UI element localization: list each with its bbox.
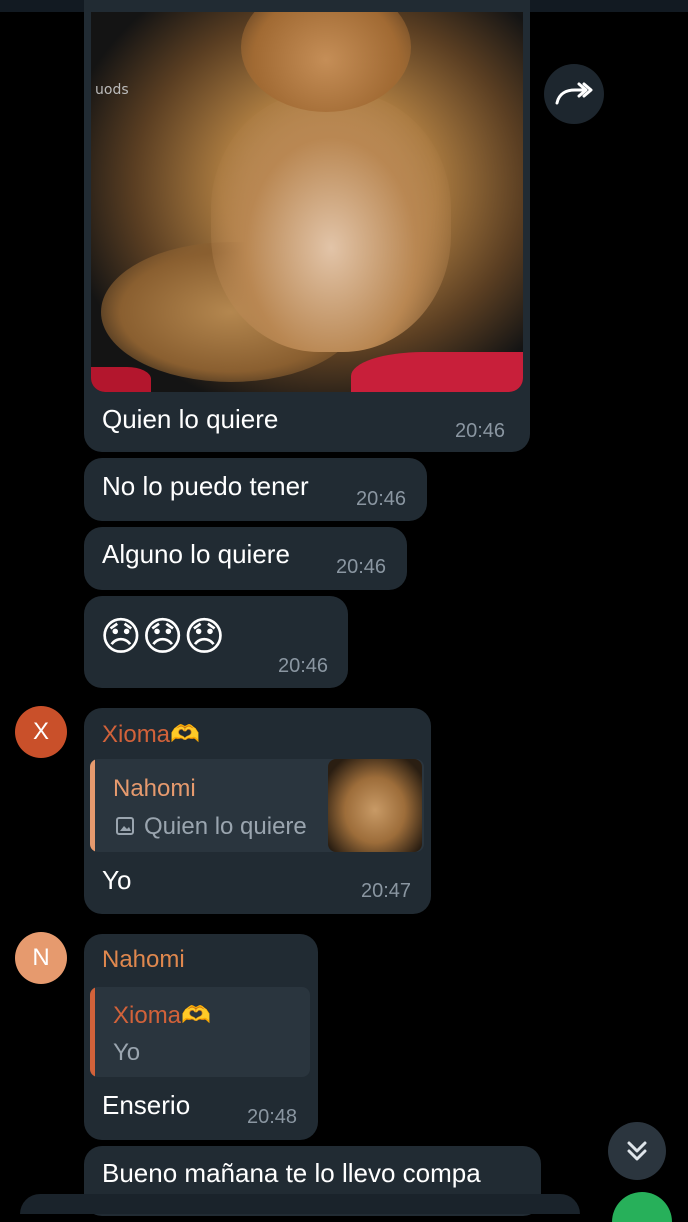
photo-watermark: uods [95,82,129,98]
photo-detail [211,92,451,352]
message-time: 20:46 [356,488,407,510]
sender-name[interactable]: Nahomi [102,946,185,974]
message-time: 20:46 [278,655,329,677]
photo-detail [91,367,151,392]
quote-bar [90,759,95,852]
message-text: Enserio [102,1090,191,1120]
quoted-text: Yo [113,1039,141,1066]
sender-name[interactable]: Xioma🫶 [102,720,200,749]
message-text: Bueno mañana te lo llevo compa [102,1158,481,1188]
photo-detail [351,352,523,392]
quoted-message[interactable]: Nahomi Quien lo quiere [90,759,424,852]
message-time: 20:47 [361,880,412,902]
quote-bar [90,987,95,1077]
quoted-sender: Xioma🫶 [113,1002,211,1029]
forward-arrow-icon [555,82,593,105]
message-time: 20:46 [336,556,387,578]
message-text: No lo puedo tener [102,471,309,501]
message-text: Yo [102,865,132,895]
double-chevron-down-icon [627,1141,647,1161]
image-icon [116,817,134,835]
quoted-sender: Nahomi [113,775,196,802]
emoji-message: 😞😞😞 [100,614,226,660]
message-text: Quien lo quiere [102,404,279,434]
forward-button[interactable] [544,64,604,124]
avatar-letter: X [32,718,49,745]
quoted-photo-thumbnail [328,759,422,852]
puppy-photo[interactable]: uods [91,12,523,392]
photo-detail [241,12,411,112]
avatar[interactable]: X [15,706,67,758]
message-input-bar[interactable] [20,1194,580,1214]
quoted-message[interactable]: Xioma🫶 Yo [90,987,310,1077]
message-time: 20:48 [247,1106,298,1128]
avatar-letter: N [32,944,50,971]
quoted-text: Quien lo quiere [144,813,307,840]
message-text: Alguno lo quiere [102,539,290,569]
scroll-to-bottom-button[interactable] [608,1122,666,1180]
message-time: 20:46 [455,420,506,442]
avatar[interactable]: N [15,932,67,984]
send-button[interactable] [612,1192,672,1222]
